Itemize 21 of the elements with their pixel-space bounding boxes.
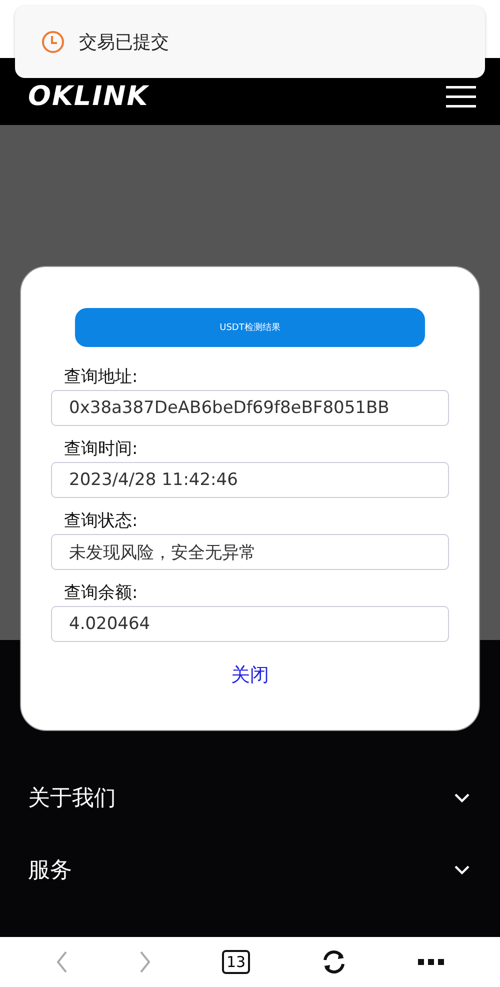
toast-message: 交易已提交 [79,31,169,54]
chevron-down-icon[interactable] [454,865,470,875]
input-field[interactable]: 0x38a387DeAB6beDf69f8eBF8051BB [51,390,449,426]
footer-menu-item[interactable]: 服务 [28,855,72,885]
menu-icon[interactable] [446,86,476,108]
logo[interactable]: OKLINK [28,81,149,112]
chevron-down-icon[interactable] [454,793,470,803]
tab-count-button[interactable]: 13 [222,950,250,974]
clock-icon [41,30,65,54]
field-label: 查询地址: [64,366,139,389]
input-field[interactable]: 未发现风险，安全无异常 [51,534,449,570]
refresh-icon[interactable] [320,949,347,975]
input-field[interactable]: 2023/4/28 11:42:46 [51,462,449,498]
input-field[interactable]: 4.020464 [51,606,449,642]
field-label: 查询余额: [64,582,139,605]
footer-menu-item[interactable]: 关于我们 [28,783,116,813]
field-label: 查询时间: [64,438,139,461]
close-link[interactable]: 关闭 [227,658,273,692]
more-icon[interactable] [418,959,444,965]
dialog-title-banner: USDT检测结果 [75,308,425,347]
field-label: 查询状态: [64,510,139,533]
